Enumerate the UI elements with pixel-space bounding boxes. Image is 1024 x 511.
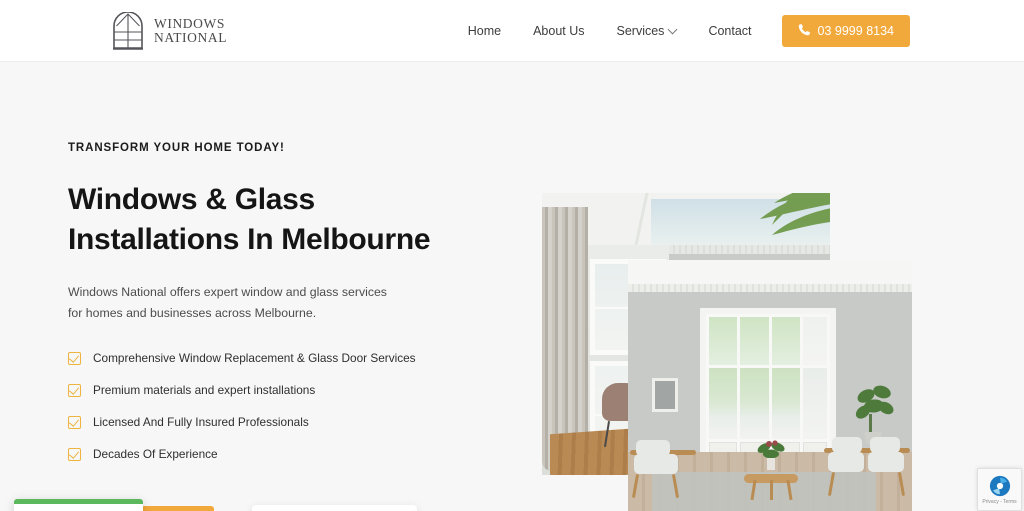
- page-title-line-2: Installations In Melbourne: [68, 223, 431, 256]
- page-title-line-1: Windows & Glass: [68, 183, 315, 216]
- recaptcha-icon: [989, 475, 1011, 497]
- site-logo[interactable]: WINDOWS NATIONAL: [112, 11, 227, 50]
- logo-line-1: WINDOWS: [154, 16, 225, 31]
- phone-icon: [798, 23, 811, 39]
- list-item: Licensed And Fully Insured Professionals: [68, 415, 488, 429]
- nav-label-services: Services: [616, 24, 665, 38]
- check-square-icon: [68, 447, 81, 461]
- hero-subtitle: Windows National offers expert window an…: [68, 285, 387, 320]
- hero-feature-list: Comprehensive Window Replacement & Glass…: [68, 351, 488, 461]
- feature-label: Licensed And Fully Insured Professionals: [93, 415, 309, 429]
- nav-item-about-us[interactable]: About Us: [517, 24, 600, 38]
- arched-window-icon: [112, 11, 144, 50]
- recaptcha-badge[interactable]: Privacy - Terms: [977, 468, 1022, 511]
- header-phone-label: 03 9999 8134: [817, 24, 894, 38]
- list-item: Comprehensive Window Replacement & Glass…: [68, 351, 488, 365]
- recaptcha-label: Privacy - Terms: [982, 498, 1017, 505]
- sofa-right: [824, 437, 910, 500]
- hero-phone-button[interactable]: +03 9999 8134: [252, 505, 418, 511]
- armchair-left: [630, 440, 696, 500]
- list-item: Premium materials and expert installatio…: [68, 383, 488, 397]
- page-title: Windows & Glass Installations In Melbour…: [68, 180, 488, 260]
- google-rating-badge[interactable]: Google Rating 5.0 ★★★★★ Based on 28 revi…: [14, 499, 143, 511]
- interior-living-room-photo: [628, 260, 912, 511]
- nav-item-contact[interactable]: Contact: [692, 24, 767, 38]
- nav-label-about-us: About Us: [533, 24, 585, 38]
- nav-label-contact: Contact: [708, 24, 752, 38]
- logo-wordmark: WINDOWS NATIONAL: [154, 17, 227, 45]
- feature-label: Decades Of Experience: [93, 447, 218, 461]
- hero-section: TRANSFORM YOUR HOME TODAY! Windows & Gla…: [0, 62, 1024, 511]
- check-square-icon: [68, 383, 81, 397]
- nav-item-home[interactable]: Home: [452, 24, 517, 38]
- hero-copy-block: TRANSFORM YOUR HOME TODAY! Windows & Gla…: [68, 142, 488, 479]
- potted-plant-decor: [852, 382, 898, 444]
- nav-item-services[interactable]: Services: [601, 24, 693, 38]
- hero-page: WINDOWS NATIONAL Home About Us Services …: [0, 0, 1024, 511]
- hero-eyebrow: TRANSFORM YOUR HOME TODAY!: [68, 142, 285, 154]
- feature-label: Premium materials and expert installatio…: [93, 383, 316, 397]
- header-phone-button[interactable]: 03 9999 8134: [781, 15, 910, 47]
- logo-line-2: NATIONAL: [154, 30, 228, 45]
- check-square-icon: [68, 415, 81, 429]
- feature-label: Comprehensive Window Replacement & Glass…: [93, 351, 416, 365]
- main-navigation: Home About Us Services Contact 03 9999 8…: [452, 0, 910, 62]
- site-header: WINDOWS NATIONAL Home About Us Services …: [0, 0, 1024, 62]
- list-item: Decades Of Experience: [68, 447, 488, 461]
- check-square-icon: [68, 351, 81, 365]
- chevron-down-icon: [669, 26, 676, 33]
- flower-vase: [756, 440, 786, 472]
- nav-label-home: Home: [467, 24, 502, 38]
